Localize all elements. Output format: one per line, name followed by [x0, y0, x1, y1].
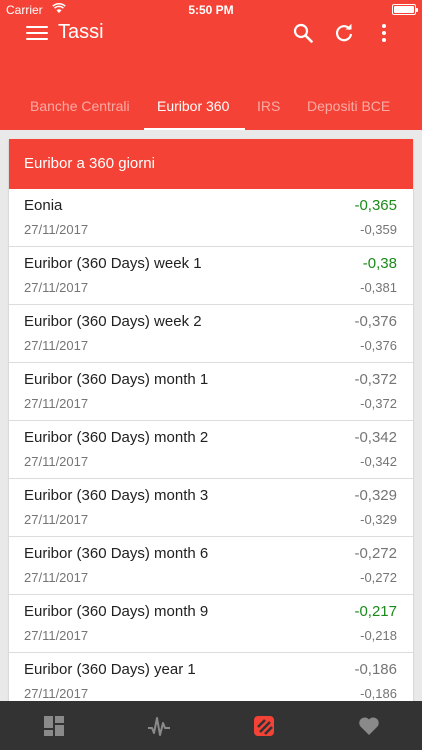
rate-previous-value: -0,359 — [360, 222, 397, 237]
status-time: 5:50 PM — [188, 3, 234, 17]
rate-row[interactable]: Euribor (360 Days) month 2 27/11/2017 -0,3… — [9, 421, 413, 479]
rate-previous-value: -0,218 — [360, 628, 397, 643]
rate-value: -0,376 — [354, 313, 397, 330]
rate-name: Euribor (360 Days) month 1 — [24, 371, 209, 388]
rate-row[interactable]: Euribor (360 Days) month 3 27/11/2017 -0,3… — [9, 479, 413, 537]
rate-previous-value: -0,186 — [360, 686, 397, 701]
dashboard-icon[interactable] — [43, 715, 65, 737]
rate-row[interactable]: Euribor (360 Days) week 1 27/11/2017 -0,38… — [9, 247, 413, 305]
rate-value: -0,329 — [354, 487, 397, 504]
rate-name: Euribor (360 Days) month 6 — [24, 545, 209, 562]
rate-value: -0,372 — [354, 371, 397, 388]
rate-date: 27/11/2017 — [24, 570, 89, 585]
tab-irs[interactable]: IRS — [257, 98, 280, 114]
rate-name: Eonia — [24, 197, 63, 214]
rate-row[interactable]: Euribor (360 Days) month 9 27/11/2017 -0,2… — [9, 595, 413, 653]
status-bar: Carrier 5:50 PM — [0, 0, 422, 20]
rate-value: -0,365 — [354, 197, 397, 214]
rate-date: 27/11/2017 — [24, 454, 89, 469]
rate-value: -0,217 — [354, 603, 397, 620]
rate-name: Euribor (360 Days) month 9 — [24, 603, 209, 620]
battery-full-icon — [392, 4, 418, 15]
app-bar: Tassi — [0, 20, 422, 60]
rate-date: 27/11/2017 — [24, 628, 89, 643]
tab-euribor-360[interactable]: Euribor 360 — [157, 98, 229, 114]
rate-date: 27/11/2017 — [24, 338, 89, 353]
bottom-nav — [0, 701, 422, 750]
rate-row[interactable]: Euribor (360 Days) year 1 27/11/2017 -0,18… — [9, 653, 413, 701]
rate-date: 27/11/2017 — [24, 222, 89, 237]
rate-row[interactable]: Eonia 27/11/2017 -0,365 -0,359 — [9, 189, 413, 247]
tab-depositi-bce[interactable]: Depositi BCE — [307, 98, 390, 114]
rate-row[interactable]: Euribor (360 Days) month 1 27/11/2017 -0,3… — [9, 363, 413, 421]
rate-row[interactable]: Euribor (360 Days) week 2 27/11/2017 -0,37… — [9, 305, 413, 363]
rates-card: Euribor a 360 giorni Eonia 27/11/2017 -0,3… — [9, 139, 413, 701]
menu-icon[interactable] — [26, 26, 48, 42]
rate-value: -0,342 — [354, 429, 397, 446]
rate-previous-value: -0,272 — [360, 570, 397, 585]
rates-list: Eonia 27/11/2017 -0,365 -0,359 Euribor (360 … — [9, 189, 413, 701]
rate-value: -0,272 — [354, 545, 397, 562]
refresh-icon[interactable] — [334, 23, 354, 43]
rate-previous-value: -0,381 — [360, 280, 397, 295]
main-content[interactable]: Euribor a 360 giorni Eonia 27/11/2017 -0,3… — [0, 130, 422, 701]
rate-date: 27/11/2017 — [24, 686, 89, 701]
rate-previous-value: -0,329 — [360, 512, 397, 527]
search-icon[interactable] — [293, 23, 313, 43]
tab-banche-centrali[interactable]: Banche Centrali — [30, 98, 130, 114]
rates-icon[interactable] — [253, 715, 275, 737]
more-vertical-icon[interactable] — [381, 24, 387, 42]
rate-previous-value: -0,376 — [360, 338, 397, 353]
rate-name: Euribor (360 Days) week 2 — [24, 313, 202, 330]
heart-icon[interactable] — [358, 715, 380, 737]
rate-date: 27/11/2017 — [24, 396, 89, 411]
rate-name: Euribor (360 Days) year 1 — [24, 661, 196, 678]
rate-date: 27/11/2017 — [24, 512, 89, 527]
rate-previous-value: -0,342 — [360, 454, 397, 469]
rate-name: Euribor (360 Days) week 1 — [24, 255, 202, 272]
rate-value: -0,186 — [354, 661, 397, 678]
page-title: Tassi — [58, 21, 104, 43]
tab-bar: Banche Centrali Euribor 360 IRS Depositi… — [0, 88, 422, 130]
pulse-chart-icon[interactable] — [148, 715, 170, 737]
rate-name: Euribor (360 Days) month 2 — [24, 429, 209, 446]
rate-row[interactable]: Euribor (360 Days) month 6 27/11/2017 -0,2… — [9, 537, 413, 595]
rate-name: Euribor (360 Days) month 3 — [24, 487, 209, 504]
rate-value: -0,38 — [362, 255, 397, 272]
card-title: Euribor a 360 giorni — [9, 139, 413, 189]
rate-previous-value: -0,372 — [360, 396, 397, 411]
rate-date: 27/11/2017 — [24, 280, 89, 295]
